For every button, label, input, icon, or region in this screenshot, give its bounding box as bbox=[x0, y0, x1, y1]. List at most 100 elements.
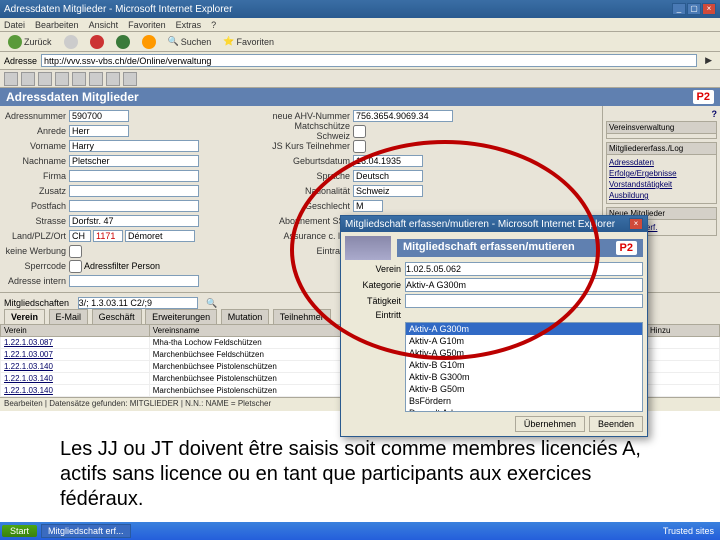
toolbar-icon-2[interactable] bbox=[21, 72, 35, 86]
toolbar-icon-6[interactable] bbox=[89, 72, 103, 86]
list-item[interactable]: Aktiv-B G50m bbox=[406, 383, 642, 395]
verein-link[interactable]: 1.22.1.03.087 bbox=[4, 338, 53, 347]
geburtsdatum-input[interactable] bbox=[353, 155, 423, 167]
geschlecht-label: Geschlecht bbox=[260, 201, 350, 211]
back-button[interactable]: Zurück bbox=[4, 33, 56, 51]
matchschuetze-label: Matchschütze Schweiz bbox=[260, 121, 350, 141]
list-item[interactable]: Doppelt Adresse bbox=[406, 407, 642, 412]
list-item[interactable]: BsFördern bbox=[406, 395, 642, 407]
help-icon[interactable]: ? bbox=[712, 109, 718, 119]
verein-link[interactable]: 1.22.1.03.140 bbox=[4, 374, 53, 383]
back-icon bbox=[8, 35, 22, 49]
link-erfolge[interactable]: Erfolge/Ergebnisse bbox=[609, 168, 714, 179]
toolbar-icon-5[interactable] bbox=[72, 72, 86, 86]
adressinterne-input[interactable] bbox=[69, 275, 199, 287]
zusatz-input[interactable] bbox=[69, 185, 199, 197]
list-item[interactable]: Aktiv-A G50m bbox=[406, 347, 642, 359]
list-item[interactable]: Aktiv-B G300m bbox=[406, 371, 642, 383]
col-verein[interactable]: Verein bbox=[1, 325, 150, 337]
tab-mutation[interactable]: Mutation bbox=[221, 309, 270, 324]
verein-link[interactable]: 1.22.1.03.140 bbox=[4, 362, 53, 371]
tab-erweiterungen[interactable]: Erweiterungen bbox=[145, 309, 217, 324]
mitgliedschaften-input[interactable] bbox=[78, 297, 198, 309]
adresse-input[interactable] bbox=[41, 54, 697, 67]
sprache-input[interactable] bbox=[353, 170, 423, 182]
popup-close-button[interactable]: × bbox=[629, 218, 643, 230]
adressnummer-label: Adressnummer bbox=[4, 111, 66, 121]
sperrcode-checkbox[interactable] bbox=[69, 260, 82, 273]
menu-bearbeiten[interactable]: Bearbeiten bbox=[35, 20, 79, 30]
firma-input[interactable] bbox=[69, 170, 199, 182]
land-input[interactable] bbox=[69, 230, 91, 242]
close-button[interactable]: × bbox=[702, 3, 716, 15]
popup-ok-button[interactable]: Übernehmen bbox=[515, 416, 585, 432]
link-ausbildung[interactable]: Ausbildung bbox=[609, 190, 714, 201]
popup-verein-input[interactable] bbox=[405, 262, 643, 276]
section-header: Adressdaten Mitglieder P2 bbox=[0, 88, 720, 106]
popup-cancel-button[interactable]: Beenden bbox=[589, 416, 643, 432]
plz-input[interactable] bbox=[93, 230, 123, 242]
toolbar-icon-7[interactable] bbox=[106, 72, 120, 86]
col-hinzu[interactable]: Hinzu bbox=[646, 325, 719, 337]
vorname-input[interactable] bbox=[69, 140, 199, 152]
popup-logo: P2 bbox=[616, 241, 637, 255]
nationalitaet-input[interactable] bbox=[353, 185, 423, 197]
strasse-input[interactable] bbox=[69, 215, 199, 227]
abonnement-label: Abonnement SSZ bbox=[260, 216, 350, 226]
adressinterne-label: Adresse intern bbox=[4, 276, 66, 286]
popup-taetigkeit-input[interactable] bbox=[405, 294, 643, 308]
go-button[interactable]: ▶ bbox=[701, 53, 716, 68]
list-item[interactable]: Aktiv-A G300m bbox=[406, 323, 642, 335]
nachname-input[interactable] bbox=[69, 155, 199, 167]
menu-help[interactable]: ? bbox=[211, 20, 216, 30]
list-item[interactable]: Aktiv-B G10m bbox=[406, 359, 642, 371]
list-item[interactable]: Aktiv-A G10m bbox=[406, 335, 642, 347]
menu-datei[interactable]: Datei bbox=[4, 20, 25, 30]
jskurs-checkbox[interactable] bbox=[353, 140, 366, 153]
minimize-button[interactable]: _ bbox=[672, 3, 686, 15]
toolbar-icon-8[interactable] bbox=[123, 72, 137, 86]
popup-kategorie-input[interactable] bbox=[405, 278, 643, 292]
toolbar-icon-1[interactable] bbox=[4, 72, 18, 86]
neue-ahv-input[interactable] bbox=[353, 110, 453, 122]
forward-button[interactable] bbox=[60, 33, 82, 51]
ort-input[interactable] bbox=[125, 230, 195, 242]
link-adressdaten[interactable]: Adressdaten bbox=[609, 157, 714, 168]
stop-button[interactable] bbox=[86, 33, 108, 51]
link-vorstand[interactable]: Vorstandstätigkeit bbox=[609, 179, 714, 190]
popup-window: Mitgliedschaft erfassen/mutieren - Micro… bbox=[340, 215, 648, 437]
matchschuetze-checkbox[interactable] bbox=[353, 125, 366, 138]
tab-email[interactable]: E-Mail bbox=[49, 309, 89, 324]
firma-label: Firma bbox=[4, 171, 66, 181]
tab-geschaeft[interactable]: Geschäft bbox=[92, 309, 142, 324]
verein-link[interactable]: 1.22.1.03.007 bbox=[4, 350, 53, 359]
menu-ansicht[interactable]: Ansicht bbox=[89, 20, 119, 30]
sperrcode-label: Sperrcode bbox=[4, 261, 66, 271]
forward-icon bbox=[64, 35, 78, 49]
ie-addressbar: Adresse ▶ bbox=[0, 52, 720, 70]
toolbar-icon-3[interactable] bbox=[38, 72, 52, 86]
keine-werbung-checkbox[interactable] bbox=[69, 245, 82, 258]
home-button[interactable] bbox=[138, 33, 160, 51]
refresh-button[interactable] bbox=[112, 33, 134, 51]
tab-teilnehmer[interactable]: Teilnehmer bbox=[273, 309, 331, 324]
search-button[interactable]: 🔍Suchen bbox=[164, 34, 216, 49]
toolbar-icon-4[interactable] bbox=[55, 72, 69, 86]
anrede-input[interactable] bbox=[69, 125, 129, 137]
postfach-input[interactable] bbox=[69, 200, 199, 212]
maximize-button[interactable]: ▢ bbox=[687, 3, 701, 15]
verein-link[interactable]: 1.22.1.03.140 bbox=[4, 386, 53, 395]
adressnummer-input[interactable] bbox=[69, 110, 129, 122]
tabs-search-icon[interactable]: 🔍 bbox=[206, 298, 217, 308]
favorites-button[interactable]: ⭐Favoriten bbox=[219, 34, 278, 49]
mitg-group-header: Mitgliedererfass./Log bbox=[607, 143, 716, 155]
geschlecht-input[interactable] bbox=[353, 200, 383, 212]
taskbar-item-1[interactable]: Mitgliedschaft erf... bbox=[41, 524, 131, 538]
eintrade-label: Eintrage bbox=[260, 246, 350, 256]
start-button[interactable]: Start bbox=[2, 525, 37, 537]
popup-category-list[interactable]: Aktiv-A G300mAktiv-A G10mAktiv-A G50mAkt… bbox=[405, 322, 643, 412]
popup-taetigkeit-label: Tätigkeit bbox=[345, 296, 401, 306]
tab-verein[interactable]: Verein bbox=[4, 309, 45, 324]
menu-extras[interactable]: Extras bbox=[176, 20, 202, 30]
menu-favoriten[interactable]: Favoriten bbox=[128, 20, 166, 30]
